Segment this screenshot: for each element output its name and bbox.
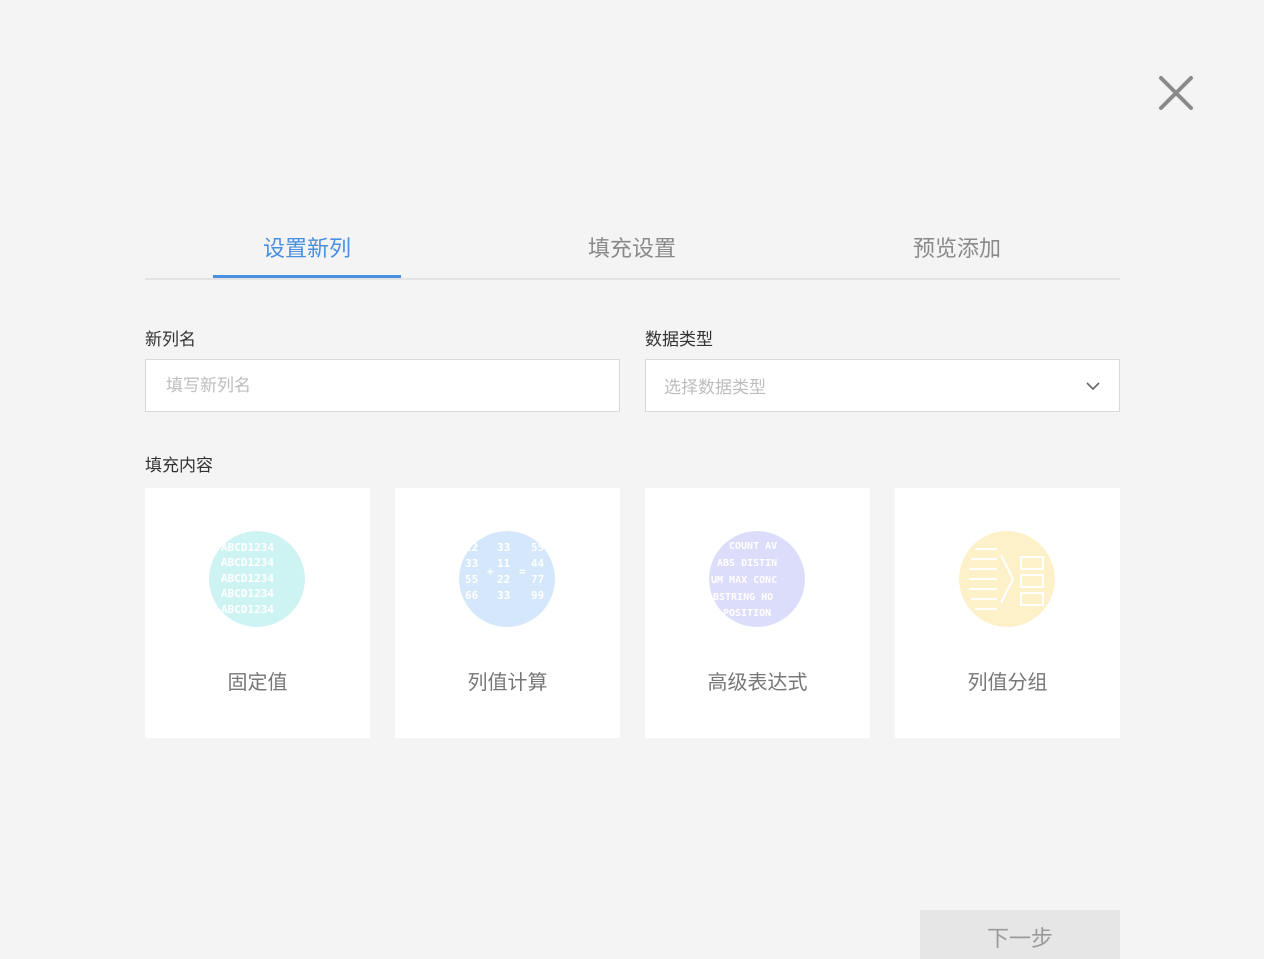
add-column-dialog: 设置新列 填充设置 预览添加 新列名 数据类型 选择数据类型 填充内容 ABCD… [0, 0, 1264, 959]
fill-content-label: 填充内容 [145, 456, 213, 476]
svg-text:66: 66 [465, 589, 479, 602]
svg-text:BSTRING HO: BSTRING HO [713, 592, 773, 603]
svg-text:99: 99 [531, 589, 544, 602]
expression-icon: COUNT AV ABS DISTIN UM MAX CONC BSTRING … [709, 531, 805, 627]
column-calc-icon: 22 33 55 33 11 44 55 22 77 66 33 99 + = [459, 531, 555, 627]
svg-text:77: 77 [531, 573, 544, 586]
svg-text:44: 44 [531, 557, 545, 570]
new-column-name-label: 新列名 [145, 330, 196, 350]
svg-text:POSITION: POSITION [723, 608, 771, 619]
card-fixed-value[interactable]: ABCD1234 ABCD1234 ABCD1234 ABCD1234 ABCD… [145, 488, 370, 738]
svg-text:COUNT AV: COUNT AV [729, 541, 777, 552]
svg-text:33: 33 [497, 589, 510, 602]
tab-preview-add[interactable]: 预览添加 [863, 218, 1051, 276]
close-button[interactable] [1156, 73, 1196, 113]
svg-text:UM MAX CONC: UM MAX CONC [711, 575, 777, 586]
svg-text:ABCD1234: ABCD1234 [221, 556, 274, 569]
svg-text:22: 22 [497, 573, 510, 586]
svg-text:+: + [487, 565, 494, 578]
column-group-icon [959, 531, 1055, 627]
data-type-placeholder: 选择数据类型 [664, 378, 766, 398]
close-icon [1159, 76, 1193, 110]
svg-text:ABCD1234: ABCD1234 [221, 587, 274, 600]
svg-text:55: 55 [465, 573, 478, 586]
data-type-label: 数据类型 [645, 330, 713, 350]
svg-text:ABCD1234: ABCD1234 [221, 603, 274, 616]
tab-set-new-column[interactable]: 设置新列 [213, 218, 401, 278]
svg-text:ABCD1234: ABCD1234 [221, 541, 274, 554]
card-advanced-expression-label: 高级表达式 [707, 670, 808, 694]
svg-text:33: 33 [465, 557, 478, 570]
card-column-calc-label: 列值计算 [467, 670, 548, 694]
card-column-group-label: 列值分组 [967, 670, 1048, 694]
svg-text:33: 33 [497, 541, 510, 554]
card-fixed-value-label: 固定值 [227, 670, 288, 694]
fixed-value-icon: ABCD1234 ABCD1234 ABCD1234 ABCD1234 ABCD… [209, 531, 305, 627]
tab-fill-settings[interactable]: 填充设置 [538, 218, 726, 276]
card-column-calc[interactable]: 22 33 55 33 11 44 55 22 77 66 33 99 + = 列值计算 [395, 488, 620, 738]
next-step-button[interactable]: 下一步 [920, 910, 1120, 959]
svg-text:ABCD1234: ABCD1234 [221, 572, 274, 585]
card-advanced-expression[interactable]: COUNT AV ABS DISTIN UM MAX CONC BSTRING … [645, 488, 870, 738]
data-type-select[interactable]: 选择数据类型 [645, 359, 1120, 412]
svg-text:11: 11 [497, 557, 511, 570]
chevron-down-icon [1086, 381, 1100, 390]
card-column-group[interactable]: 列值分组 [895, 488, 1120, 738]
svg-text:=: = [519, 565, 526, 578]
new-column-name-input[interactable] [145, 359, 620, 412]
step-tabs: 设置新列 填充设置 预览添加 [145, 218, 1120, 280]
svg-text:22: 22 [465, 541, 478, 554]
svg-text:55: 55 [531, 541, 544, 554]
svg-text:ABS DISTIN: ABS DISTIN [717, 558, 777, 569]
